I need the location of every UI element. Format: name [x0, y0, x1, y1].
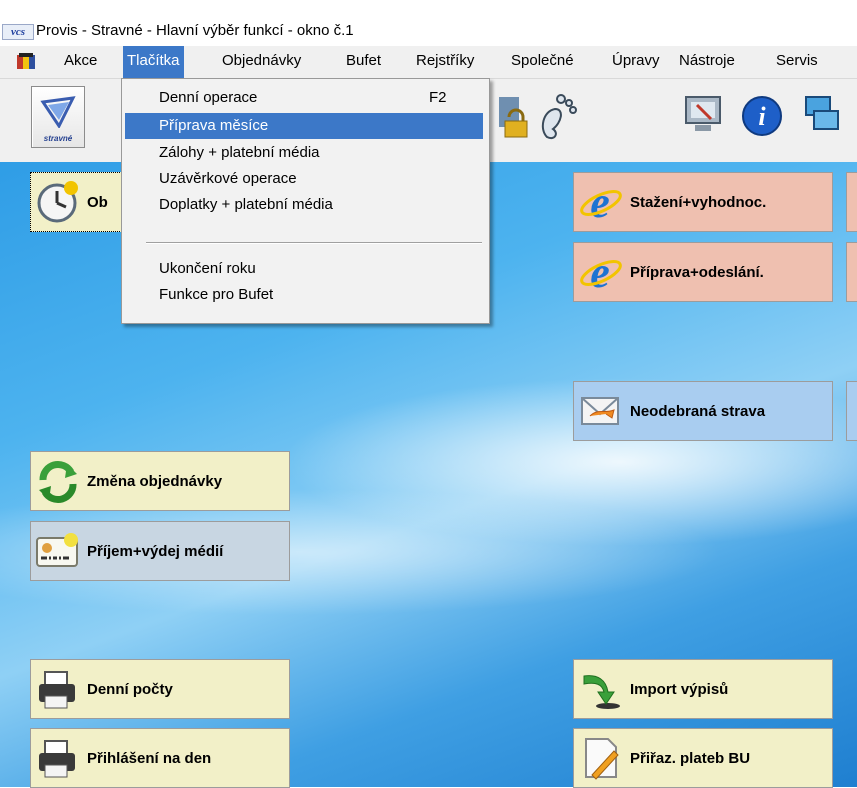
menu-bufet[interactable]: Bufet [342, 46, 385, 78]
menu-item-label: Funkce pro Bufet [159, 286, 274, 303]
printer-icon [39, 671, 75, 709]
window-title: Provis - Stravné - Hlavní výběr funkcí -… [36, 22, 354, 39]
app-menu-icon[interactable] [16, 53, 36, 71]
neodebrana-label: Neodebraná strava [630, 402, 766, 420]
menu-item-denni-operace[interactable]: Denní operace F2 [125, 85, 483, 111]
printer-icon [39, 740, 75, 778]
menu-item-label: Zálohy + platební média [159, 144, 320, 161]
objednavky-button[interactable]: Ob [30, 172, 134, 232]
internet-explorer-icon: e [580, 179, 622, 225]
green-arrow-down-icon [583, 675, 620, 709]
menu-item-priprava-mesice[interactable]: Příprava měsíce [125, 113, 483, 139]
prirazeni-label: Přiřaz. plateb BU [630, 749, 751, 767]
document-pen-icon [585, 738, 619, 780]
menu-item-label: Ukončení roku [159, 260, 256, 277]
menu-objednavky[interactable]: Objednávky [218, 46, 305, 78]
menu-upravy[interactable]: Úpravy [608, 46, 664, 78]
stravne-logo-icon [40, 96, 76, 128]
toolbar-stravne-label: stravné [43, 134, 73, 143]
svg-text:e: e [590, 179, 610, 225]
prirazeni-plateb-button[interactable]: Přiřaz. plateb BU [573, 728, 833, 788]
priprava-odeslani-button[interactable]: e Příprava+odeslání. [573, 242, 833, 302]
import-label: Import výpisů [630, 680, 729, 698]
id-card-icon [36, 533, 78, 567]
menu-item-doplatky[interactable]: Doplatky + platební média [125, 192, 483, 218]
network-computers-icon [805, 96, 839, 130]
menu-item-shortcut: F2 [429, 89, 447, 106]
menu-akce[interactable]: Akce [60, 46, 101, 78]
clock-icon [37, 181, 78, 223]
partial-button-right-2[interactable] [846, 242, 857, 302]
partial-button-right-1[interactable] [846, 172, 857, 232]
menu-rejstriky[interactable]: Rejstříky [412, 46, 478, 78]
denni-pocty-button[interactable]: Denní počty [30, 659, 290, 719]
menu-item-label: Příprava měsíce [159, 117, 269, 134]
toolbar-footprint-button[interactable] [535, 89, 585, 143]
internet-explorer-icon: e [580, 249, 622, 295]
svg-text:e: e [590, 249, 610, 295]
app-logo-icon: vcs [2, 24, 34, 40]
menu-item-ukonceni-roku[interactable]: Ukončení roku [125, 256, 483, 282]
neodebrana-strava-button[interactable]: Neodebraná strava [573, 381, 833, 441]
menu-item-uzaverkove-operace[interactable]: Uzávěrkové operace [125, 166, 483, 192]
menu-item-zalohy[interactable]: Zálohy + platební média [125, 140, 483, 166]
menu-nastroje[interactable]: Nástroje [675, 46, 739, 78]
toolbar-tools-button[interactable] [683, 93, 725, 139]
refresh-arrows-icon [39, 460, 77, 504]
menu-item-funkce-pro-bufet[interactable]: Funkce pro Bufet [125, 282, 483, 308]
menu-servis[interactable]: Servis [772, 46, 822, 78]
toolbar-info-button[interactable]: i [740, 93, 784, 139]
partial-button-right-3[interactable] [846, 381, 857, 441]
tlacitka-dropdown-menu: Denní operace F2 Příprava měsíce Zálohy … [121, 78, 490, 324]
menu-spolecne[interactable]: Společné [507, 46, 578, 78]
denni-pocty-label: Denní počty [87, 680, 173, 698]
title-bar: vcs Provis - Stravné - Hlavní výběr funk… [0, 0, 857, 46]
prijem-vydej-medii-button[interactable]: Příjem+výdej médií [30, 521, 290, 581]
priprava-label: Příprava+odeslání. [630, 263, 764, 281]
menu-bar: Akce Tlačítka Objednávky Bufet Rejstříky… [0, 46, 857, 79]
prihlaseni-na-den-button[interactable]: Přihlášení na den [30, 728, 290, 788]
tools-monitor-icon [685, 96, 721, 131]
footprint-icon [541, 94, 577, 139]
prihlaseni-label: Přihlášení na den [87, 749, 212, 767]
toolbar-lock-button[interactable] [493, 91, 533, 141]
toolbar-stravne-button[interactable]: stravné [31, 86, 85, 148]
stazeni-vyhodnoceni-button[interactable]: e Stažení+vyhodnoc. [573, 172, 833, 232]
menu-item-label: Uzávěrkové operace [159, 170, 297, 187]
import-vypisu-button[interactable]: Import výpisů [573, 659, 833, 719]
menu-separator [146, 242, 482, 244]
menu-tlacitka[interactable]: Tlačítka [123, 46, 184, 78]
stazeni-label: Stažení+vyhodnoc. [630, 193, 767, 211]
zmena-label: Změna objednávky [87, 472, 223, 490]
toolbar-network-button[interactable] [800, 93, 857, 139]
objednavky-label: Ob [87, 193, 108, 211]
menu-item-label: Doplatky + platební média [159, 196, 333, 213]
prijem-label: Příjem+výdej médií [87, 542, 224, 560]
lock-icon [499, 97, 528, 138]
svg-text:i: i [758, 102, 766, 131]
envelope-icon [581, 397, 619, 425]
menu-item-label: Denní operace [159, 89, 258, 106]
info-icon: i [742, 96, 782, 136]
zmena-objednavky-button[interactable]: Změna objednávky [30, 451, 290, 511]
